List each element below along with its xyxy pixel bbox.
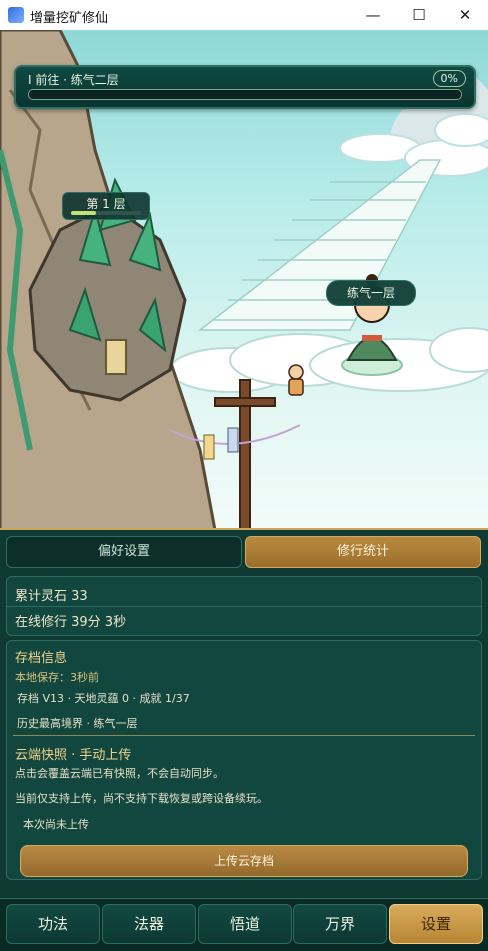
layer-badge: 第 1 层	[62, 192, 150, 220]
total-spirit-stones: 累计灵石 33	[15, 589, 88, 604]
realm-name-tag: 练气一层	[326, 280, 416, 306]
layer-label: 第 1 层	[86, 197, 126, 211]
nav-settings[interactable]: 设置	[389, 904, 483, 944]
local-save-time: 本地保存：3秒前	[15, 671, 99, 684]
save-info-card: 存档信息 本地保存：3秒前 存档 V13 · 天地灵蕴 0 · 成就 1/37 …	[6, 640, 482, 880]
tab-preferences[interactable]: 偏好设置	[6, 536, 242, 568]
progress-percent-badge: 0%	[432, 70, 466, 87]
cloud-band	[169, 327, 488, 393]
maximize-button[interactable]: ☐	[396, 0, 442, 30]
info-panel: 偏好设置 修行统计 累计灵石 33 在线修行 39分 3秒 存档信息 本地保存：…	[0, 528, 488, 900]
window-title: 增量挖矿修仙	[30, 11, 109, 26]
progress-label: I 前往 · 练气二层	[28, 73, 119, 87]
cloud-description-1: 点击会覆盖云端已有快照，不会自动同步。	[15, 767, 224, 780]
section-separator	[13, 735, 475, 736]
cloud-description-2: 当前仅支持上传，尚不支持下载恢复或跨设备续玩。	[15, 792, 268, 805]
stats-divider	[7, 606, 481, 607]
title-bar: 增量挖矿修仙 — ☐ ✕	[0, 0, 488, 31]
online-cultivation-time: 在线修行 39分 3秒	[15, 615, 127, 630]
nav-worlds[interactable]: 万界	[293, 904, 387, 944]
highest-realm: 历史最高境界 · 练气一层	[17, 717, 138, 730]
panel-tabs: 偏好设置 修行统计	[6, 536, 481, 568]
nav-techniques[interactable]: 功法	[6, 904, 100, 944]
cloud-upload-status: 本次尚未上传	[23, 818, 89, 831]
minimize-button[interactable]: —	[350, 0, 396, 30]
nav-enlightenment[interactable]: 悟道	[198, 904, 292, 944]
layer-progress-fill	[71, 211, 96, 215]
cloud-snapshot-title: 云端快照 · 手动上传	[15, 748, 132, 763]
layer-progress-bar	[71, 211, 141, 215]
app-icon	[8, 7, 24, 23]
game-scene: I 前往 · 练气二层 0% 第 1 层 练气一层	[0, 30, 488, 530]
tab-cultivation-stats[interactable]: 修行统计	[245, 536, 481, 568]
upload-cloud-save-button[interactable]: 上传云存档	[20, 845, 468, 877]
save-info-title: 存档信息	[15, 651, 68, 666]
progress-track	[28, 89, 462, 100]
realm-progress-card: I 前往 · 练气二层 0%	[14, 65, 476, 109]
save-meta: 存档 V13 · 天地灵蕴 0 · 成就 1/37	[17, 692, 190, 705]
close-button[interactable]: ✕	[442, 0, 488, 30]
traveller-figure	[288, 364, 304, 396]
bottom-nav: 功法 法器 悟道 万界 设置	[0, 898, 488, 951]
stats-card: 累计灵石 33 在线修行 39分 3秒	[6, 576, 482, 636]
nav-artifacts[interactable]: 法器	[102, 904, 196, 944]
